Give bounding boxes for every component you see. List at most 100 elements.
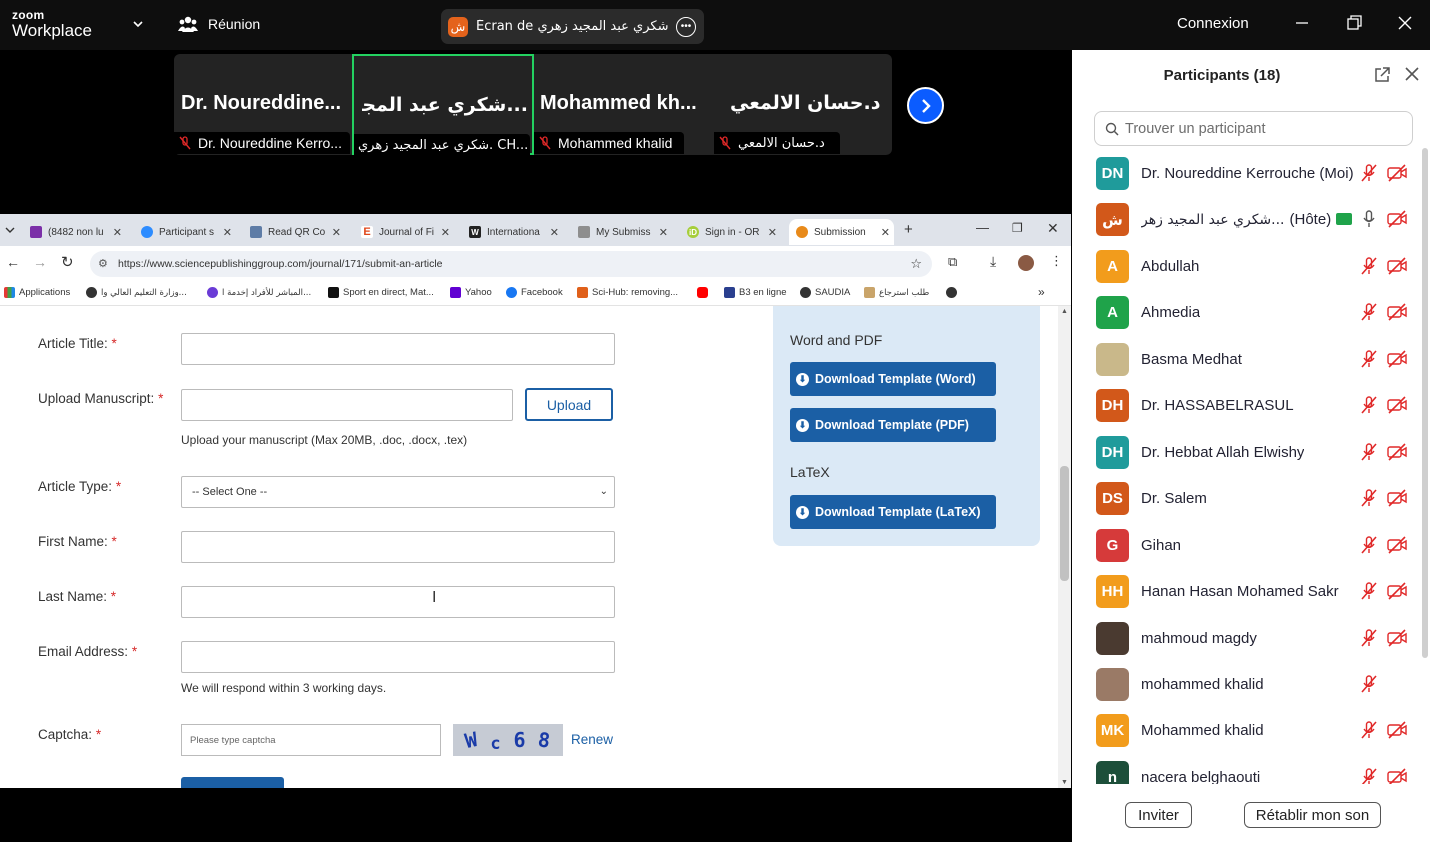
bookmark-item[interactable] bbox=[946, 287, 961, 298]
close-icon[interactable] bbox=[1395, 13, 1415, 33]
bookmark-item[interactable]: SAUDIA bbox=[800, 287, 850, 298]
video-off-icon[interactable] bbox=[1386, 581, 1408, 601]
video-off-icon[interactable] bbox=[1386, 256, 1408, 276]
profile-avatar[interactable] bbox=[1018, 255, 1034, 271]
video-off-icon[interactable] bbox=[1386, 302, 1408, 322]
participant-row[interactable]: mohammed khalid bbox=[1072, 661, 1420, 707]
bookmark-star-icon[interactable]: ☆ bbox=[910, 256, 922, 272]
video-off-icon[interactable] bbox=[1386, 628, 1408, 648]
participant-search[interactable] bbox=[1094, 111, 1413, 146]
tab-close-icon[interactable]: ✕ bbox=[550, 226, 559, 239]
video-off-icon[interactable] bbox=[1386, 395, 1408, 415]
reload-icon[interactable]: ↻ bbox=[61, 253, 74, 271]
scroll-down-icon[interactable]: ▼ bbox=[1061, 779, 1068, 786]
new-tab-icon[interactable]: + bbox=[904, 221, 913, 238]
screen-share-indicator[interactable]: ش Écran de شكري عبد المجيد زهري. C ••• bbox=[441, 9, 704, 44]
mic-muted-icon[interactable] bbox=[1359, 163, 1379, 183]
participant-row[interactable]: Basma Medhat bbox=[1072, 336, 1420, 382]
invite-button[interactable]: Inviter bbox=[1125, 802, 1192, 828]
browser-tab[interactable]: (8482 non lu ✕ bbox=[30, 219, 126, 245]
forward-icon[interactable]: → bbox=[33, 254, 47, 270]
browser-tab[interactable]: Read QR Co ✕ bbox=[250, 219, 345, 245]
participant-row[interactable]: MK Mohammed khalid bbox=[1072, 707, 1420, 753]
tab-close-icon[interactable]: ✕ bbox=[223, 226, 232, 239]
tab-close-icon[interactable]: ✕ bbox=[332, 226, 341, 239]
participant-row[interactable]: DS Dr. Salem bbox=[1072, 475, 1420, 521]
browser-close-icon[interactable]: ✕ bbox=[1047, 220, 1059, 237]
bookmark-item[interactable] bbox=[697, 287, 712, 298]
back-icon[interactable]: ← bbox=[6, 254, 20, 270]
upload-button[interactable]: Upload bbox=[525, 388, 613, 421]
email-input[interactable] bbox=[181, 641, 615, 673]
participant-row[interactable]: DH Dr. Hebbat Allah Elwishy bbox=[1072, 429, 1420, 475]
site-info-icon[interactable]: ⚙ bbox=[98, 257, 108, 270]
tab-close-icon[interactable]: ✕ bbox=[768, 226, 777, 239]
url-field[interactable]: ⚙ https://www.sciencepublishinggroup.com… bbox=[90, 251, 932, 277]
gallery-next-button[interactable] bbox=[907, 87, 944, 124]
participant-row[interactable]: DH Dr. HASSABELRASUL bbox=[1072, 382, 1420, 428]
bookmark-item[interactable]: Yahoo bbox=[450, 287, 492, 298]
last-name-input[interactable]: I bbox=[181, 586, 615, 618]
article-title-input[interactable] bbox=[181, 333, 615, 365]
signin-link[interactable]: Connexion bbox=[1177, 15, 1249, 32]
bookmark-item[interactable]: Sport en direct, Mat... bbox=[328, 287, 434, 298]
video-tile[interactable]: Dr. Noureddine... Dr. Noureddine Kerro..… bbox=[174, 54, 352, 155]
participant-scrollbar[interactable] bbox=[1421, 148, 1429, 788]
bookmark-item[interactable]: وزارة التعليم العالي وا... bbox=[86, 287, 187, 298]
page-scrollbar[interactable]: ▲ ▼ bbox=[1058, 306, 1071, 788]
bookmark-item[interactable]: B3 en ligne bbox=[724, 287, 787, 298]
video-off-icon[interactable] bbox=[1386, 535, 1408, 555]
mic-muted-icon[interactable] bbox=[1359, 302, 1379, 322]
participant-row[interactable]: A Ahmedia bbox=[1072, 289, 1420, 335]
scrollbar-thumb[interactable] bbox=[1422, 148, 1428, 658]
video-off-icon[interactable] bbox=[1386, 720, 1408, 740]
bookmark-item[interactable]: Facebook bbox=[506, 287, 563, 298]
article-type-select[interactable]: -- Select One -- ⌄ bbox=[181, 476, 615, 508]
first-name-input[interactable] bbox=[181, 531, 615, 563]
participant-row[interactable]: n nacera belghaouti bbox=[1072, 754, 1420, 784]
video-off-icon[interactable] bbox=[1386, 442, 1408, 462]
browser-tab[interactable]: My Submiss ✕ bbox=[578, 219, 672, 245]
bookmark-item[interactable]: المباشر للأفراد إخدمة ا... bbox=[207, 287, 311, 298]
video-off-icon[interactable] bbox=[1386, 209, 1408, 229]
video-off-icon[interactable] bbox=[1386, 767, 1408, 784]
video-off-icon[interactable] bbox=[1386, 163, 1408, 183]
meeting-menu[interactable]: Réunion bbox=[178, 15, 260, 33]
submit-button[interactable] bbox=[181, 777, 284, 788]
participant-row[interactable]: A Abdullah bbox=[1072, 243, 1420, 289]
zoom-workplace-logo[interactable]: zoom Workplace bbox=[12, 9, 92, 39]
video-tile-active-speaker[interactable]: ...شكري عبد المجيد شكري عبد المجيد زهري.… bbox=[352, 54, 534, 156]
mic-muted-icon[interactable] bbox=[1359, 581, 1379, 601]
video-tile[interactable]: Mohammed kh... Mohammed khalid bbox=[534, 54, 714, 155]
participant-row[interactable]: G Gihan bbox=[1072, 522, 1420, 568]
browser-tab[interactable]: E Journal of Fi ✕ bbox=[361, 219, 454, 245]
chevron-down-icon[interactable] bbox=[131, 17, 145, 31]
bookmark-item[interactable]: طلب استرجاع bbox=[864, 287, 929, 298]
mic-muted-icon[interactable] bbox=[1359, 442, 1379, 462]
download-word-template-button[interactable]: ⬇ Download Template (Word) bbox=[790, 362, 996, 396]
download-icon[interactable]: ⤓ bbox=[990, 253, 996, 270]
browser-restore-icon[interactable]: ❐ bbox=[1012, 221, 1023, 235]
mic-muted-icon[interactable] bbox=[1359, 488, 1379, 508]
browser-tab-active[interactable]: Submission ✕ bbox=[789, 219, 894, 245]
participant-row[interactable]: mahmoud magdy bbox=[1072, 615, 1420, 661]
tab-search-icon[interactable] bbox=[4, 224, 16, 236]
mic-muted-icon[interactable] bbox=[1359, 628, 1379, 648]
participant-row[interactable]: ش شكري عبد المجيد زهر... (Hôte) bbox=[1072, 196, 1420, 242]
scrollbar-thumb[interactable] bbox=[1060, 466, 1069, 581]
browser-menu-icon[interactable]: ⋮ bbox=[1050, 253, 1063, 269]
tab-close-icon[interactable]: ✕ bbox=[113, 226, 122, 239]
minimize-icon[interactable] bbox=[1292, 13, 1312, 33]
bookmark-item[interactable]: Applications bbox=[4, 287, 70, 298]
captcha-input[interactable]: Please type captcha bbox=[181, 724, 441, 756]
mic-muted-icon[interactable] bbox=[1359, 349, 1379, 369]
restore-icon[interactable] bbox=[1344, 13, 1364, 33]
download-pdf-template-button[interactable]: ⬇ Download Template (PDF) bbox=[790, 408, 996, 442]
browser-minimize-icon[interactable]: — bbox=[976, 220, 989, 235]
participant-row[interactable]: DN Dr. Noureddine Kerrouche (Moi) bbox=[1072, 150, 1420, 196]
tab-close-icon[interactable]: ✕ bbox=[659, 226, 668, 239]
mic-icon[interactable] bbox=[1359, 209, 1379, 229]
participant-search-input[interactable] bbox=[1125, 120, 1395, 137]
participant-row[interactable]: HH Hanan Hasan Mohamed Sakr bbox=[1072, 568, 1420, 614]
video-off-icon[interactable] bbox=[1386, 349, 1408, 369]
